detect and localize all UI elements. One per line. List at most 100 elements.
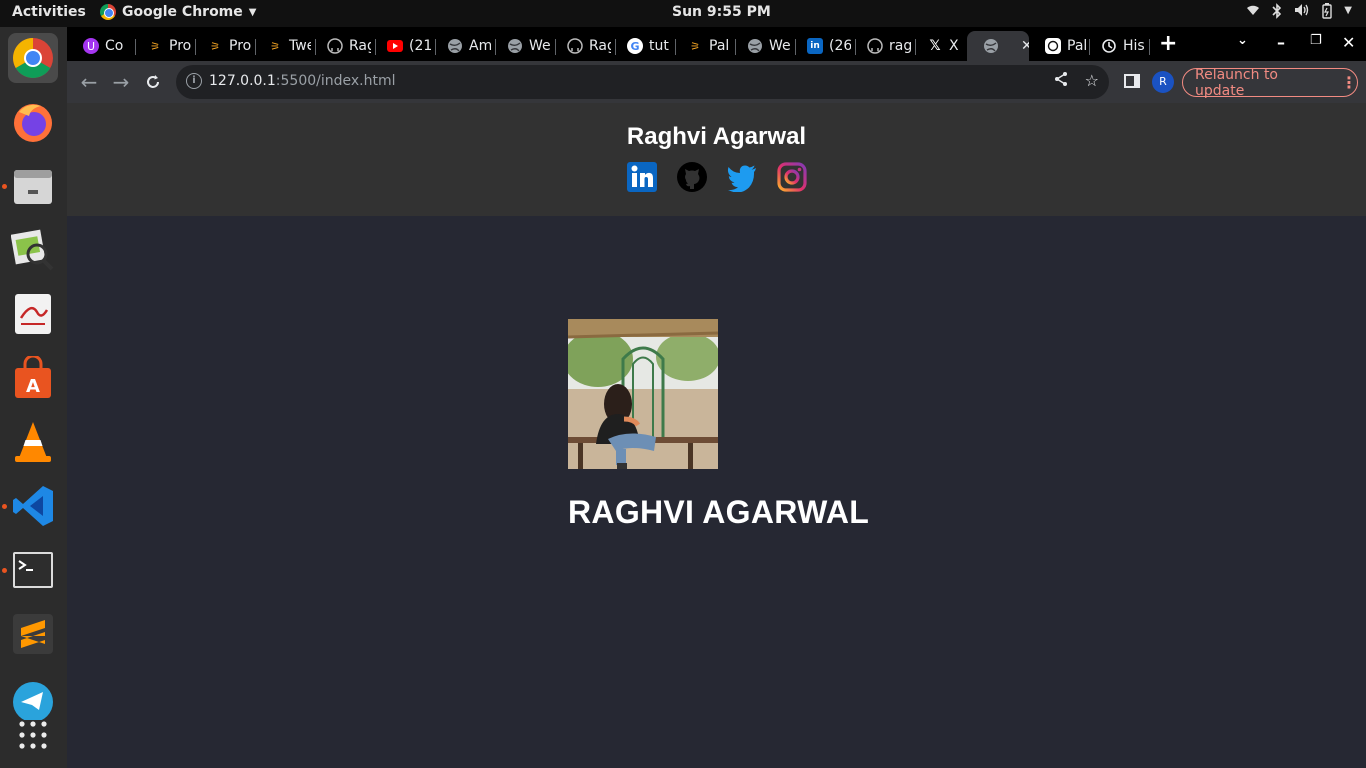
omnibox-actions: ☆ xyxy=(1053,71,1099,91)
browser-tab[interactable]: in (26 xyxy=(791,31,851,61)
globe-icon xyxy=(507,38,523,54)
running-indicator xyxy=(2,568,7,573)
github-icon xyxy=(867,38,883,54)
dock-software-center[interactable]: A xyxy=(8,353,58,403)
globe-icon xyxy=(983,38,999,54)
app-grid-icon xyxy=(19,721,47,749)
show-apps-button[interactable] xyxy=(8,710,58,760)
dock-chrome[interactable] xyxy=(8,33,58,83)
dock-files[interactable] xyxy=(8,161,58,211)
site-info-icon[interactable]: i xyxy=(186,73,202,89)
bluetooth-icon xyxy=(1272,3,1282,23)
dock-terminal[interactable] xyxy=(8,545,58,595)
browser-tab-active[interactable]: ✕ xyxy=(967,31,1029,61)
bookmark-star-icon[interactable]: ☆ xyxy=(1085,71,1099,91)
image-viewer-icon xyxy=(11,229,54,271)
browser-tab[interactable]: ⚞ Pal xyxy=(671,31,731,61)
terminal-icon xyxy=(13,552,53,588)
browser-toolbar: ← → i 127.0.0.1:5500/index.html ☆ R Rela… xyxy=(67,61,1366,103)
browser-tab[interactable]: Rag xyxy=(311,31,371,61)
tab-strip: U Co ⚞ Pro ⚞ Pro ⚞ Twe Rag (21 Am xyxy=(67,27,1366,61)
youtube-icon xyxy=(387,38,403,54)
browser-tab[interactable]: rag xyxy=(851,31,911,61)
close-icon[interactable]: ✕ xyxy=(1021,38,1029,54)
volume-icon xyxy=(1294,3,1310,23)
github-icon[interactable] xyxy=(677,162,707,192)
browser-tab[interactable]: His xyxy=(1085,31,1147,61)
back-arrow-icon[interactable]: ← xyxy=(77,70,101,94)
instagram-icon[interactable] xyxy=(777,162,807,192)
x-icon: 𝕏 xyxy=(929,38,941,54)
browser-tab[interactable]: 𝕏 X xyxy=(911,31,967,61)
tab-label: Rag xyxy=(349,38,371,54)
dock-vscode[interactable] xyxy=(8,481,58,531)
page-header: Raghvi Agarwal xyxy=(67,103,1366,216)
close-window-icon[interactable]: ✕ xyxy=(1342,33,1355,52)
linkedin-icon: in xyxy=(807,38,823,54)
shopping-bag-icon: A xyxy=(15,356,51,398)
codeforces-icon: ⚞ xyxy=(150,39,160,53)
new-tab-button[interactable]: + xyxy=(1159,31,1177,56)
reload-icon[interactable] xyxy=(141,70,165,94)
tab-label: rag xyxy=(889,38,911,54)
linkedin-icon[interactable] xyxy=(627,162,657,192)
browser-tab[interactable]: Rag xyxy=(551,31,611,61)
browser-tab[interactable]: Am xyxy=(431,31,491,61)
chrome-icon xyxy=(100,4,116,20)
browser-tab[interactable]: We xyxy=(491,31,551,61)
github-icon xyxy=(567,38,583,54)
svg-text:A: A xyxy=(26,376,40,397)
dock-image-viewer[interactable] xyxy=(8,225,58,275)
share-icon[interactable] xyxy=(1053,71,1069,91)
tab-label: We xyxy=(529,38,551,54)
chevron-down-icon: ▼ xyxy=(1344,5,1352,16)
browser-tab[interactable]: (21 xyxy=(371,31,431,61)
side-panel-icon[interactable] xyxy=(1124,74,1140,88)
dock: A xyxy=(0,27,67,768)
tab-label: Pro xyxy=(169,38,191,54)
url-text: 127.0.0.1:5500/index.html xyxy=(209,73,396,89)
forward-arrow-icon[interactable]: → xyxy=(109,70,133,94)
restore-icon[interactable]: ❐ xyxy=(1310,33,1322,48)
social-links xyxy=(627,162,807,193)
relaunch-button[interactable]: Relaunch to update ⋮ xyxy=(1182,67,1358,99)
globe-icon xyxy=(447,38,463,54)
browser-tab[interactable]: ⚞ Pro xyxy=(191,31,251,61)
profile-photo xyxy=(568,319,718,469)
running-indicator xyxy=(2,184,7,189)
browser-tab[interactable]: ⚞ Pro xyxy=(131,31,191,61)
app-menu[interactable]: Google Chrome ▼ xyxy=(100,4,256,20)
codeforces-icon: ⚞ xyxy=(210,39,220,53)
browser-tab[interactable]: G tut xyxy=(611,31,671,61)
twitter-icon[interactable] xyxy=(727,162,757,193)
system-tray[interactable]: ▼ xyxy=(1246,3,1352,23)
tab-label: Rag xyxy=(589,38,611,54)
firefox-icon xyxy=(14,104,52,142)
browser-tab[interactable]: Pal xyxy=(1029,31,1089,61)
dock-firefox[interactable] xyxy=(8,97,58,147)
hero-name-heading: RAGHVI AGARWAL xyxy=(568,494,870,530)
profile-avatar[interactable]: R xyxy=(1152,71,1174,93)
tab-label: Co xyxy=(105,38,124,54)
clock[interactable]: Sun 9:55 PM xyxy=(672,4,771,20)
activities-button[interactable]: Activities xyxy=(12,4,86,20)
address-bar[interactable]: i 127.0.0.1:5500/index.html ☆ xyxy=(176,65,1109,99)
dock-vlc[interactable] xyxy=(8,417,58,467)
tab-search-chevron-icon[interactable]: ⌄ xyxy=(1237,33,1248,48)
chevron-down-icon: ▼ xyxy=(248,6,257,18)
sublime-text-icon xyxy=(13,614,53,654)
url-path: :5500/index.html xyxy=(275,73,396,89)
dock-document-viewer[interactable] xyxy=(8,289,58,339)
system-top-bar: Activities Google Chrome ▼ Sun 9:55 PM ▼ xyxy=(0,0,1366,27)
browser-tab[interactable]: U Co xyxy=(67,31,127,61)
vscode-icon xyxy=(13,486,53,526)
dock-sublime[interactable] xyxy=(8,609,58,659)
tab-label: Pal xyxy=(709,38,730,54)
history-icon xyxy=(1101,38,1117,54)
tab-separator xyxy=(1149,39,1150,55)
browser-tab[interactable]: We xyxy=(731,31,791,61)
udemy-icon: U xyxy=(83,38,99,54)
browser-tab[interactable]: ⚞ Twe xyxy=(251,31,311,61)
document-viewer-icon xyxy=(15,294,51,334)
minimize-icon[interactable]: – xyxy=(1277,33,1285,52)
